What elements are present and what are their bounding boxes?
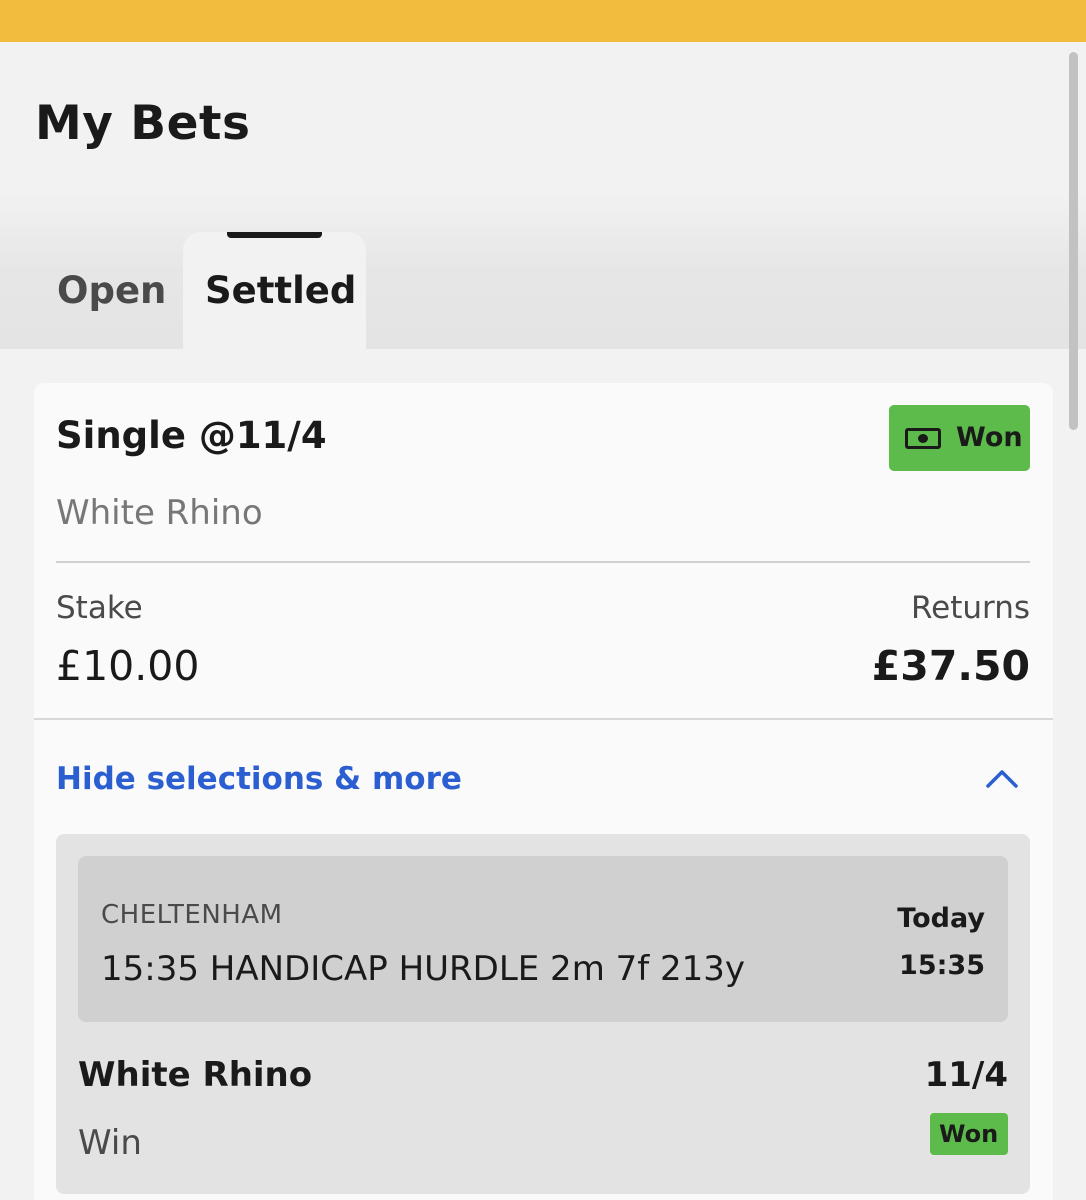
tab-open[interactable]: Open bbox=[40, 232, 180, 349]
status-badge: Won bbox=[889, 405, 1030, 471]
divider bbox=[56, 561, 1030, 563]
active-tab-indicator bbox=[227, 232, 322, 238]
selection-horse: White Rhino bbox=[78, 1055, 313, 1095]
returns-label: Returns bbox=[910, 590, 1030, 626]
chevron-up-icon[interactable] bbox=[985, 767, 1019, 789]
hide-selections-link[interactable]: Hide selections & more bbox=[56, 761, 462, 797]
bet-card: Single @11/4 Won White Rhino Stake £10.0… bbox=[34, 383, 1053, 1200]
selection-market: Win bbox=[78, 1123, 142, 1163]
tab-open-label: Open bbox=[57, 269, 167, 312]
event-day: Today bbox=[897, 903, 985, 934]
status-badge-label: Won bbox=[956, 422, 1023, 453]
selection-details: CHELTENHAM 15:35 HANDICAP HURDLE 2m 7f 2… bbox=[56, 834, 1030, 1194]
selection-name: White Rhino bbox=[56, 493, 263, 533]
stake-value: £10.00 bbox=[56, 642, 200, 690]
selection-status-label: Won bbox=[939, 1120, 999, 1148]
selection-odds: 11/4 bbox=[924, 1055, 1008, 1095]
tab-settled-label: Settled bbox=[205, 269, 357, 312]
returns-value: £37.50 bbox=[871, 642, 1030, 690]
event-info: CHELTENHAM 15:35 HANDICAP HURDLE 2m 7f 2… bbox=[78, 856, 1008, 1022]
venue-name: CHELTENHAM bbox=[101, 900, 283, 930]
tab-settled[interactable]: Settled bbox=[183, 232, 366, 349]
race-name: 15:35 HANDICAP HURDLE 2m 7f 213y bbox=[101, 949, 746, 989]
divider bbox=[34, 718, 1053, 720]
cash-icon bbox=[905, 428, 941, 449]
selection-status-badge: Won bbox=[930, 1113, 1008, 1155]
page-title: My Bets bbox=[35, 96, 251, 151]
top-accent-bar bbox=[0, 0, 1086, 42]
bet-type-label: Single @11/4 bbox=[56, 414, 327, 457]
scrollbar[interactable] bbox=[1069, 52, 1078, 430]
stake-label: Stake bbox=[56, 590, 143, 626]
event-time: 15:35 bbox=[899, 950, 985, 981]
